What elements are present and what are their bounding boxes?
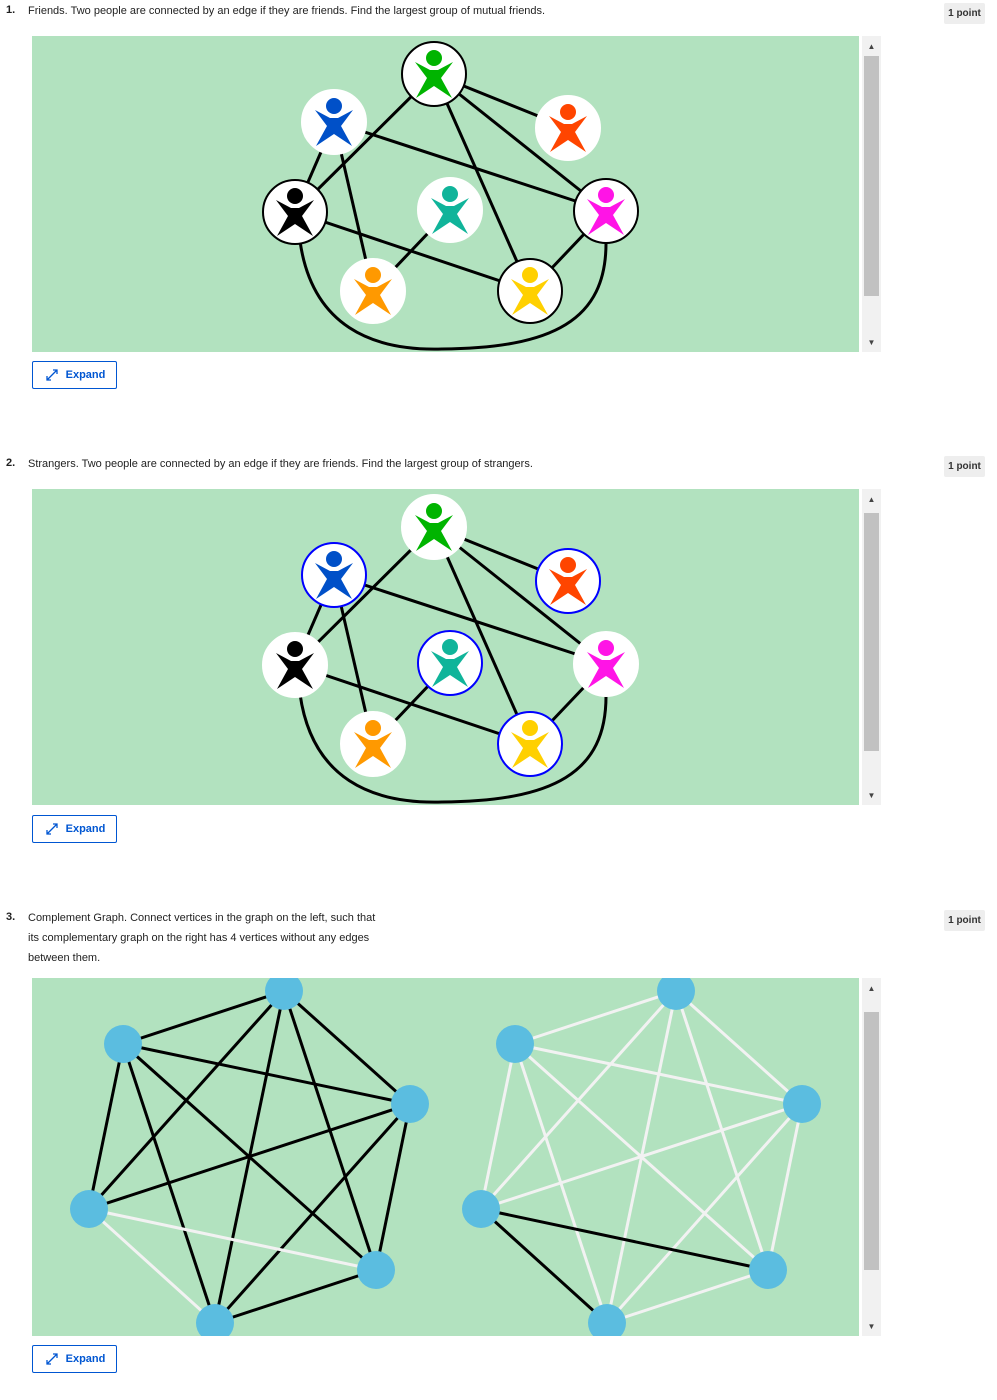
question-number: 2. (6, 457, 16, 469)
triangle-down-icon[interactable]: ▼ (862, 787, 881, 803)
triangle-up-icon[interactable]: ▲ (862, 491, 881, 507)
person-icon[interactable] (497, 711, 563, 777)
complement-vertex (783, 1085, 821, 1123)
scroll-thumb[interactable] (864, 56, 879, 296)
question-number: 1. (6, 4, 16, 16)
points-badge: 1 point (944, 3, 985, 24)
expand-button[interactable]: Expand (32, 1345, 117, 1373)
question-text: Strangers. Two people are connected by a… (28, 458, 533, 470)
graph-edge[interactable] (122, 1042, 411, 1106)
person-icon[interactable] (497, 258, 563, 324)
complement-edge (480, 1207, 769, 1272)
triangle-down-icon[interactable]: ▼ (862, 334, 881, 350)
expand-arrows-icon (45, 369, 58, 381)
scrollbar[interactable]: ▲ ▼ (862, 978, 881, 1336)
person-icon[interactable] (401, 41, 467, 107)
question-text-line: its complementary graph on the right has… (28, 932, 370, 944)
question-number: 3. (6, 911, 16, 923)
complement-vertex (462, 1190, 500, 1228)
graph-edge[interactable] (88, 1207, 377, 1272)
complement-vertex (496, 1025, 534, 1063)
person-icon[interactable] (340, 258, 406, 324)
complement-edge (479, 1043, 517, 1210)
graph-edge[interactable] (374, 1103, 412, 1271)
person-icon[interactable] (417, 177, 483, 243)
question-text-line: between them. (28, 952, 101, 964)
expand-button[interactable]: Expand (32, 361, 117, 389)
triangle-up-icon[interactable]: ▲ (862, 980, 881, 996)
complement-edge (766, 1103, 804, 1271)
triangle-up-icon[interactable]: ▲ (862, 38, 881, 54)
scrollbar[interactable]: ▲ ▼ (862, 489, 881, 805)
scroll-thumb[interactable] (864, 1012, 879, 1270)
points-badge: 1 point (944, 910, 985, 931)
person-icon[interactable] (535, 95, 601, 161)
person-icon[interactable] (573, 178, 639, 244)
expand-arrows-icon (45, 1353, 58, 1365)
graph-panel-complement (32, 978, 859, 1336)
person-icon[interactable] (301, 542, 367, 608)
person-icon[interactable] (301, 89, 367, 155)
expand-label: Expand (65, 1353, 106, 1365)
complement-edge (514, 1042, 803, 1106)
graph-panel-friends (32, 36, 859, 352)
complement-graphs (70, 978, 821, 1336)
points-badge: 1 point (944, 456, 985, 477)
person-icon[interactable] (401, 494, 467, 560)
graph-vertex[interactable] (104, 1025, 142, 1063)
expand-label: Expand (65, 823, 106, 835)
person-icon[interactable] (535, 548, 601, 614)
expand-button[interactable]: Expand (32, 815, 117, 843)
strangers-graph (262, 494, 639, 804)
friends-graph (262, 41, 639, 351)
graph-panel-strangers (32, 489, 859, 805)
expand-label: Expand (65, 369, 106, 381)
triangle-down-icon[interactable]: ▼ (862, 1318, 881, 1334)
person-icon[interactable] (417, 630, 483, 696)
scrollbar[interactable]: ▲ ▼ (862, 36, 881, 352)
person-icon[interactable] (262, 179, 328, 245)
graph-vertex[interactable] (391, 1085, 429, 1123)
graph-vertex[interactable] (357, 1251, 395, 1289)
scroll-thumb[interactable] (864, 513, 879, 751)
person-icon[interactable] (340, 711, 406, 777)
question-text: Friends. Two people are connected by an … (28, 5, 546, 17)
person-icon[interactable] (573, 631, 639, 697)
expand-arrows-icon (45, 823, 58, 835)
person-icon[interactable] (262, 632, 328, 698)
complement-vertex (749, 1251, 787, 1289)
question-text: Complement Graph. Connect vertices in th… (28, 908, 375, 968)
question-text-line: Complement Graph. Connect vertices in th… (28, 912, 376, 924)
graph-edge[interactable] (87, 1043, 125, 1210)
graph-vertex[interactable] (70, 1190, 108, 1228)
